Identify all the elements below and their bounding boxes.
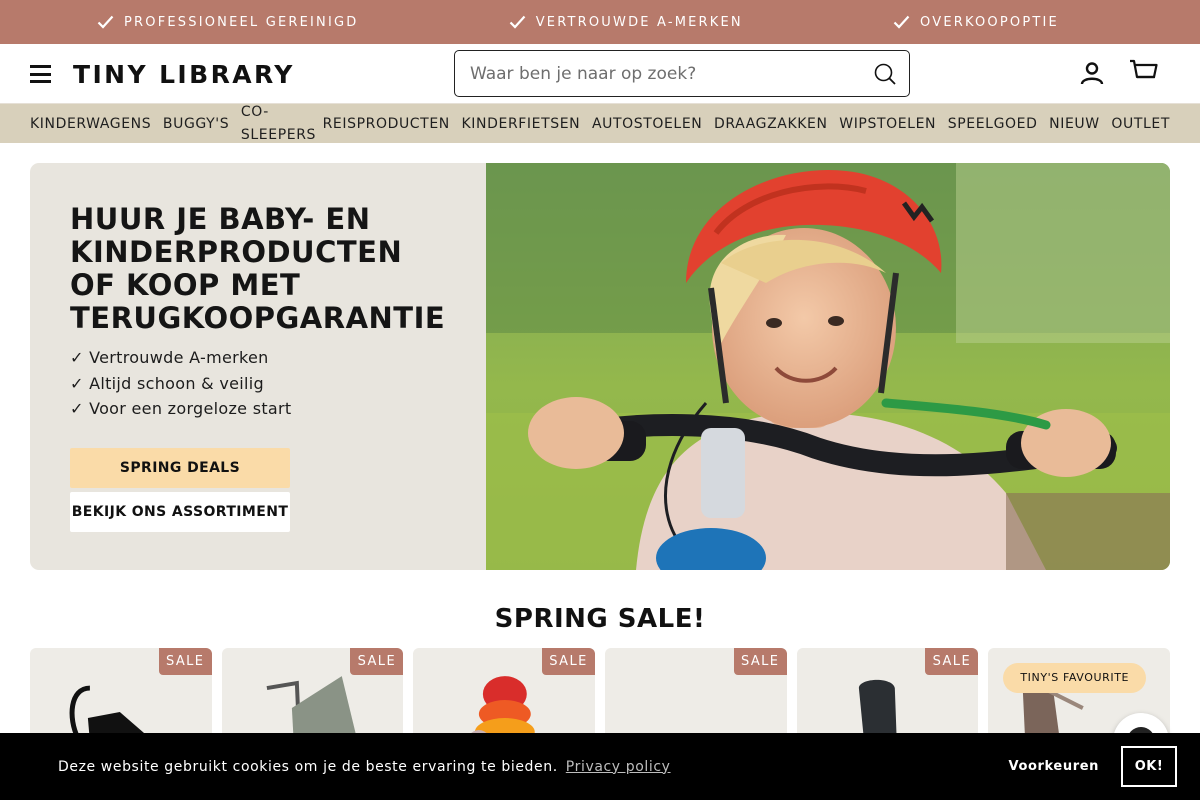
child-on-bike-photo — [486, 163, 1170, 570]
check-icon — [97, 15, 114, 29]
hero-benefit: ✓ Vertrouwde A-merken — [70, 348, 269, 367]
nav-item-co-sleepers[interactable]: CO-SLEEPERS — [241, 101, 315, 147]
site-logo[interactable]: TINY LIBRARY — [73, 60, 295, 89]
section-title: SPRING SALE! — [494, 604, 706, 634]
sale-badge: SALE — [733, 648, 787, 675]
favourite-badge: TINY'S FAVOURITE — [1003, 663, 1147, 693]
sale-badge: SALE — [925, 648, 979, 675]
check-icon — [893, 15, 910, 29]
hero-benefit: ✓ Altijd schoon & veilig — [70, 373, 264, 393]
category-nav: KINDERWAGENS BUGGY'S CO-SLEEPERS REISPRO… — [0, 104, 1200, 143]
privacy-policy-link[interactable]: Privacy policy — [566, 759, 671, 775]
site-header: TINY LIBRARY — [0, 44, 1200, 104]
nav-item-speelgoed[interactable]: SPEELGOED — [948, 113, 1038, 135]
usp-item-cleaned: PROFESSIONEEL GEREINIGD — [97, 15, 359, 30]
sale-badge: SALE — [542, 648, 596, 675]
user-icon[interactable] — [1080, 61, 1104, 85]
spring-deals-button[interactable]: SPRING DEALS — [70, 447, 290, 488]
nav-item-kinderwagens[interactable]: KINDERWAGENS — [30, 113, 151, 135]
cookie-accept-button[interactable]: OK! — [1121, 746, 1177, 787]
menu-icon[interactable] — [30, 65, 51, 83]
cart-icon[interactable] — [1129, 59, 1158, 86]
usp-item-buyback: OVERKOOPOPTIE — [893, 15, 1059, 30]
usp-label: VERTROUWDE A-MERKEN — [535, 14, 743, 30]
nav-item-draagzakken[interactable]: DRAAGZAKKEN — [714, 113, 828, 135]
nav-item-buggys[interactable]: BUGGY'S — [163, 113, 229, 135]
sale-badge: SALE — [158, 648, 212, 675]
hero-benefit: ✓ Voor een zorgeloze start — [70, 399, 292, 418]
announcement-bar: PROFESSIONEEL GEREINIGD VERTROUWDE A-MER… — [0, 0, 1200, 44]
usp-item-brands: VERTROUWDE A-MERKEN — [509, 15, 743, 30]
nav-item-autostoelen[interactable]: AUTOSTOELEN — [592, 113, 702, 135]
cookie-banner: Deze website gebruikt cookies om je de b… — [0, 733, 1200, 800]
usp-label: PROFESSIONEEL GEREINIGD — [124, 14, 359, 30]
usp-label: OVERKOOPOPTIE — [920, 14, 1059, 30]
nav-item-wipstoelen[interactable]: WIPSTOELEN — [839, 113, 936, 135]
sale-badge: SALE — [350, 648, 404, 675]
cookie-message: Deze website gebruikt cookies om je de b… — [58, 758, 558, 775]
search-input[interactable] — [470, 63, 873, 84]
hero-photo — [486, 163, 1170, 570]
hero-benefits: ✓ Vertrouwde A-merken ✓ Altijd schoon & … — [70, 345, 446, 422]
nav-item-reisproducten[interactable]: REISPRODUCTEN — [323, 113, 450, 135]
hero-text-panel: HUUR JE BABY- EN KINDERPRODUCTEN OF KOOP… — [30, 163, 486, 570]
view-assortment-button[interactable]: BEKIJK ONS ASSORTIMENT — [70, 491, 290, 532]
cookie-preferences-button[interactable]: Voorkeuren — [1009, 759, 1099, 774]
nav-item-outlet[interactable]: OUTLET — [1111, 113, 1170, 135]
check-icon — [509, 15, 526, 29]
hero-title: HUUR JE BABY- EN KINDERPRODUCTEN OF KOOP… — [70, 202, 446, 335]
nav-item-kinderfietsen[interactable]: KINDERFIETSEN — [462, 113, 581, 135]
hero-banner: HUUR JE BABY- EN KINDERPRODUCTEN OF KOOP… — [30, 163, 1170, 570]
search-bar — [454, 50, 910, 97]
search-icon[interactable] — [873, 62, 897, 86]
nav-item-nieuw[interactable]: NIEUW — [1049, 113, 1100, 135]
